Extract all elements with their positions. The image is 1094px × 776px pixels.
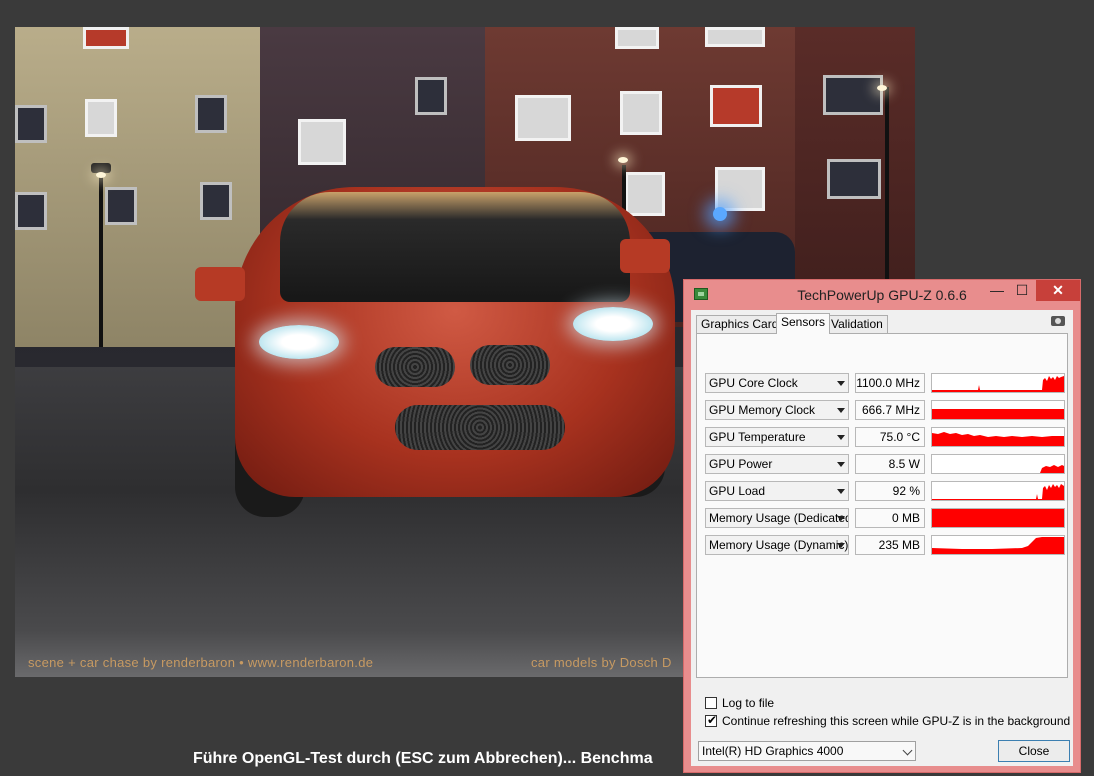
car-headlight — [573, 307, 653, 341]
title-bar[interactable]: TechPowerUp GPU-Z 0.6.6 — ☐ ✕ — [684, 280, 1080, 308]
sensor-graph — [931, 427, 1065, 447]
sensor-value: 92 % — [855, 481, 925, 501]
scene-credit: scene + car chase by renderbaron • www.r… — [28, 655, 374, 670]
sensor-name-dropdown[interactable]: Memory Usage (Dedicated) — [705, 508, 849, 528]
sensor-name-dropdown[interactable]: GPU Temperature — [705, 427, 849, 447]
street-lamp-glow — [618, 157, 628, 163]
sensor-row: GPU Core Clock 1100.0 MHz — [705, 373, 1065, 393]
car-mirror — [195, 267, 245, 301]
sensor-row: Memory Usage (Dedicated) 0 MB — [705, 508, 1065, 528]
close-button[interactable]: Close — [998, 740, 1070, 762]
sensor-value: 235 MB — [855, 535, 925, 555]
window — [15, 105, 47, 143]
red-car-windshield — [280, 192, 630, 302]
dropdown-arrow-icon — [837, 462, 845, 467]
sensor-row: GPU Load 92 % — [705, 481, 1065, 501]
gpuz-window: TechPowerUp GPU-Z 0.6.6 — ☐ ✕ Graphics C… — [683, 279, 1081, 773]
log-to-file-label: Log to file — [722, 696, 775, 710]
car-grille — [375, 347, 455, 387]
sensor-graph — [931, 508, 1065, 528]
sensor-name-dropdown[interactable]: GPU Core Clock — [705, 373, 849, 393]
window — [15, 192, 47, 230]
car-model-credit: car models by Dosch D — [531, 655, 672, 670]
sensor-row: GPU Temperature 75.0 °C — [705, 427, 1065, 447]
sensor-name-dropdown[interactable]: GPU Load — [705, 481, 849, 501]
dropdown-arrow-icon — [837, 543, 845, 548]
street-lamp — [885, 87, 889, 287]
sensor-value: 75.0 °C — [855, 427, 925, 447]
check-mark-icon: ✔ — [707, 713, 718, 727]
car-grille — [470, 345, 550, 385]
sensor-graph — [931, 481, 1065, 501]
sensors-panel: GPU Core Clock 1100.0 MHz GPU Memory Clo… — [696, 333, 1068, 678]
window-client-area: Graphics Card Sensors Validation GPU Cor… — [691, 310, 1073, 766]
window — [298, 119, 346, 165]
chevron-down-icon — [902, 745, 913, 756]
sensor-name-dropdown[interactable]: Memory Usage (Dynamic) — [705, 535, 849, 555]
window — [515, 95, 571, 141]
sensor-row: Memory Usage (Dynamic) 235 MB — [705, 535, 1065, 555]
car-headlight — [259, 325, 339, 359]
sensor-name-dropdown[interactable]: GPU Memory Clock — [705, 400, 849, 420]
log-to-file-checkbox[interactable] — [705, 697, 717, 709]
dropdown-arrow-icon — [837, 516, 845, 521]
window — [715, 167, 765, 211]
sensor-row: GPU Power 8.5 W — [705, 454, 1065, 474]
window — [200, 182, 232, 220]
window — [827, 159, 881, 199]
street-lamp — [99, 172, 103, 347]
tab-sensors[interactable]: Sensors — [776, 313, 831, 334]
camera-icon[interactable] — [1051, 316, 1065, 326]
window — [620, 91, 662, 135]
sensor-value: 666.7 MHz — [855, 400, 925, 420]
window — [625, 172, 665, 216]
sensor-graph — [931, 400, 1065, 420]
window — [710, 85, 762, 127]
window — [83, 27, 129, 49]
window — [415, 77, 447, 115]
continue-refresh-label: Continue refreshing this screen while GP… — [722, 714, 1071, 728]
dropdown-arrow-icon — [837, 435, 845, 440]
car-grille — [395, 405, 565, 450]
minimize-button[interactable]: — — [984, 280, 1010, 301]
street-lamp-glow — [96, 172, 106, 178]
sensor-name-dropdown[interactable]: GPU Power — [705, 454, 849, 474]
sensor-row: GPU Memory Clock 666.7 MHz — [705, 400, 1065, 420]
benchmark-status-text: Führe OpenGL-Test durch (ESC zum Abbrech… — [193, 750, 653, 767]
tab-graphics-card[interactable]: Graphics Card — [696, 315, 784, 333]
dropdown-arrow-icon — [837, 408, 845, 413]
sensor-graph — [931, 373, 1065, 393]
tab-validation[interactable]: Validation — [826, 315, 888, 333]
gpu-select-dropdown[interactable]: Intel(R) HD Graphics 4000 — [698, 741, 916, 761]
close-window-button[interactable]: ✕ — [1036, 280, 1080, 301]
window — [105, 187, 137, 225]
window — [705, 27, 765, 47]
sensor-graph — [931, 535, 1065, 555]
car-mirror — [620, 239, 670, 273]
window — [823, 75, 883, 115]
window — [615, 27, 659, 49]
police-light — [713, 207, 727, 221]
sensor-value: 1100.0 MHz — [855, 373, 925, 393]
sensor-graph — [931, 454, 1065, 474]
continue-refresh-checkbox[interactable]: ✔ — [705, 713, 718, 727]
maximize-button[interactable]: ☐ — [1009, 280, 1035, 301]
sensor-value: 8.5 W — [855, 454, 925, 474]
dropdown-arrow-icon — [837, 489, 845, 494]
sensor-value: 0 MB — [855, 508, 925, 528]
dropdown-arrow-icon — [837, 381, 845, 386]
street-lamp-glow — [877, 85, 887, 91]
window — [195, 95, 227, 133]
window — [85, 99, 117, 137]
